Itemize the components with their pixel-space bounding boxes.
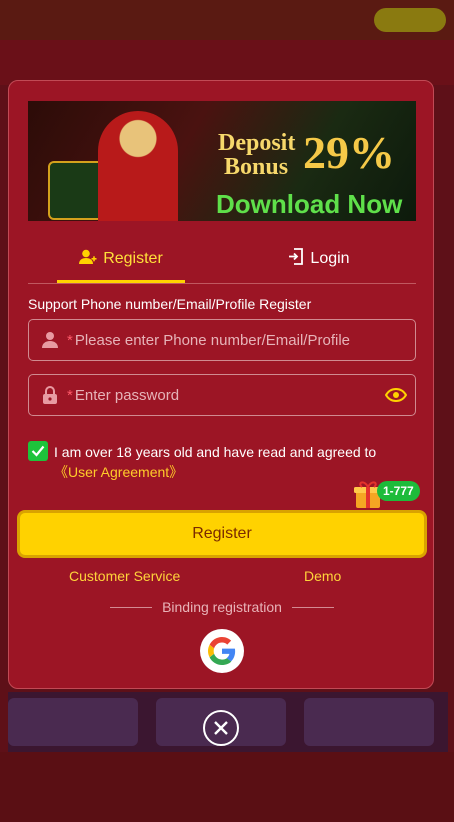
banner-cta: Download Now bbox=[216, 189, 403, 219]
banner-character bbox=[98, 111, 178, 221]
user-agreement-link[interactable]: 《User Agreement》 bbox=[54, 464, 183, 480]
eye-icon[interactable] bbox=[377, 388, 415, 402]
register-button[interactable]: Register bbox=[17, 510, 427, 558]
demo-link[interactable]: Demo bbox=[304, 568, 341, 584]
user-icon bbox=[29, 331, 67, 349]
tab-divider bbox=[28, 283, 416, 284]
promo-badge: 1-777 bbox=[377, 481, 420, 501]
support-register-label: Support Phone number/Email/Profile Regis… bbox=[28, 296, 312, 312]
register-modal: Deposit Bonus 29% Download Now Register … bbox=[8, 80, 434, 689]
login-icon bbox=[288, 248, 304, 270]
phone-email-input[interactable] bbox=[74, 321, 415, 359]
background-bar bbox=[0, 40, 454, 85]
divider-line bbox=[110, 606, 153, 608]
add-user-icon bbox=[79, 249, 97, 270]
tab-login[interactable]: Login bbox=[239, 235, 399, 283]
google-login-button[interactable] bbox=[200, 629, 244, 673]
required-mark: * bbox=[67, 386, 73, 404]
background-header bbox=[0, 0, 454, 40]
divider-line bbox=[291, 606, 334, 608]
agreement-statement: I am over 18 years old and have read and… bbox=[54, 444, 377, 460]
google-icon bbox=[208, 637, 236, 665]
binding-registration-label: Binding registration bbox=[162, 599, 282, 615]
agreement-text: I am over 18 years old and have read and… bbox=[54, 442, 418, 482]
password-field[interactable]: * bbox=[28, 374, 416, 416]
close-icon bbox=[214, 721, 228, 735]
banner-title: Deposit Bonus bbox=[218, 130, 296, 180]
deposit-bonus-banner[interactable]: Deposit Bonus 29% Download Now bbox=[28, 101, 416, 221]
tab-register-label: Register bbox=[103, 250, 163, 267]
lock-icon bbox=[29, 386, 67, 404]
tab-register[interactable]: Register bbox=[57, 235, 185, 283]
check-icon bbox=[31, 445, 45, 457]
password-input[interactable] bbox=[74, 376, 377, 414]
background-bottom-nav bbox=[0, 752, 454, 822]
close-modal-button[interactable] bbox=[203, 710, 239, 746]
customer-service-link[interactable]: Customer Service bbox=[69, 568, 180, 584]
required-mark: * bbox=[67, 331, 73, 349]
binding-registration-divider: Binding registration bbox=[9, 599, 435, 615]
banner-percent: 29% bbox=[303, 127, 395, 178]
background-deposit-pill bbox=[374, 8, 446, 32]
phone-email-field[interactable]: * bbox=[28, 319, 416, 361]
agreement-checkbox[interactable] bbox=[28, 441, 48, 461]
tab-login-label: Login bbox=[310, 250, 350, 267]
